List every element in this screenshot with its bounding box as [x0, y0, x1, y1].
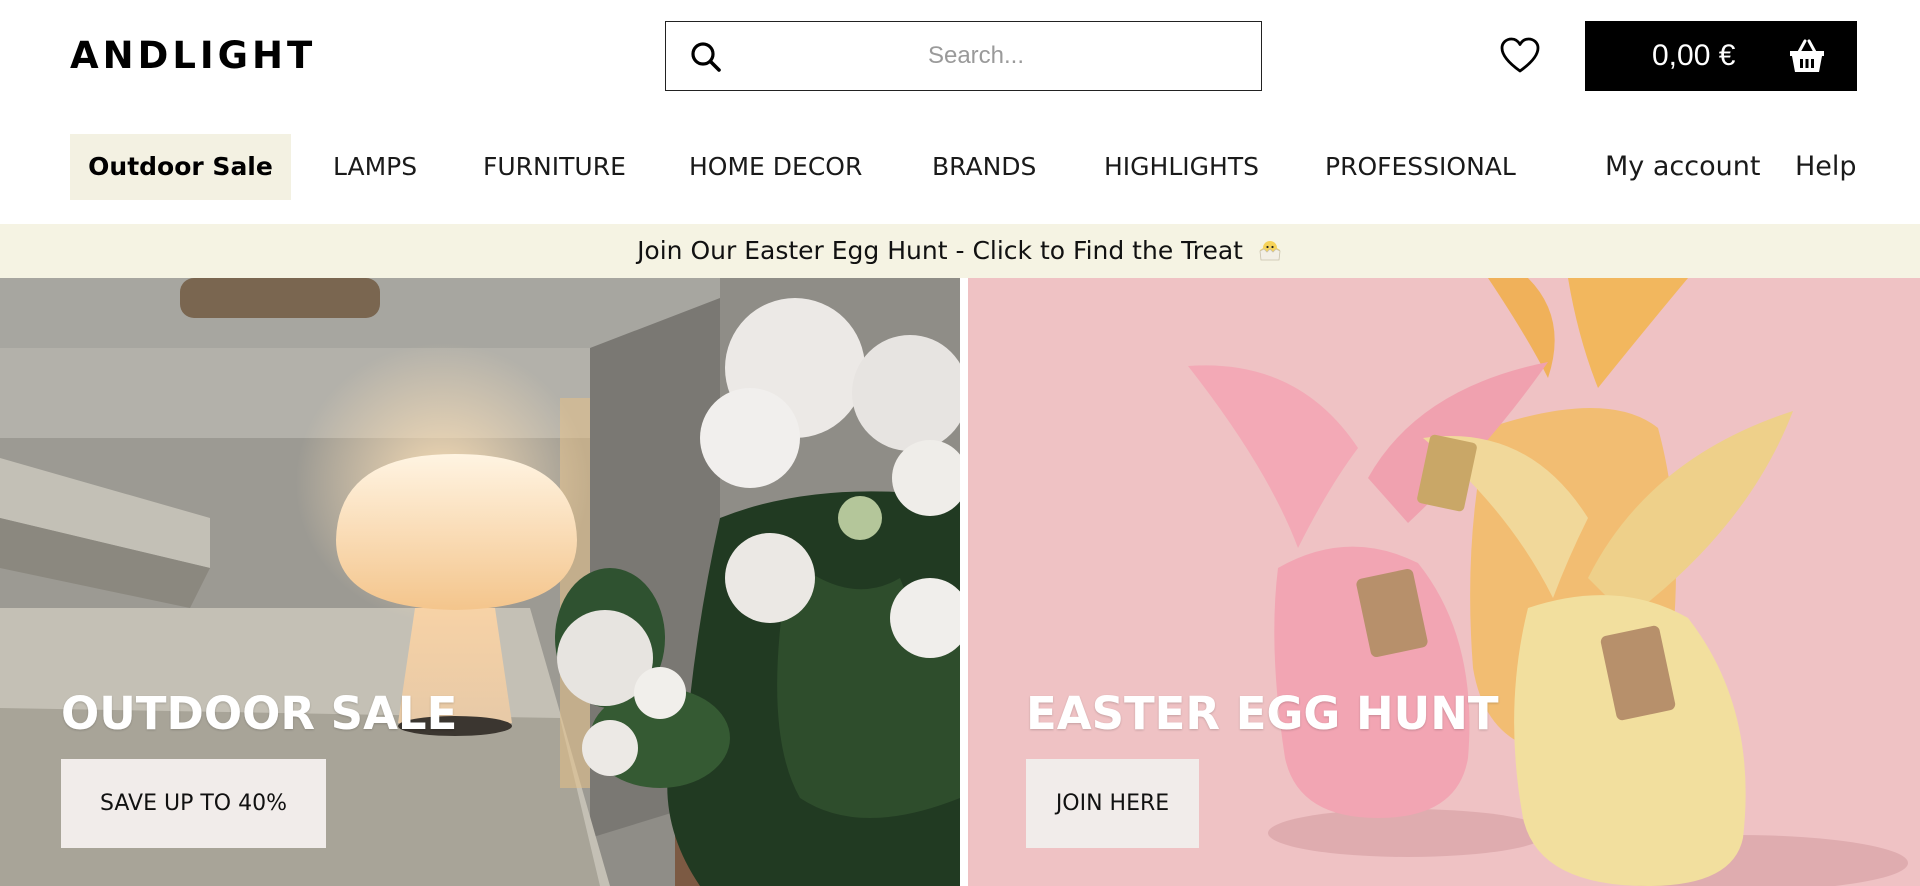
- search-icon[interactable]: [688, 39, 724, 75]
- nav-item-outdoor-sale[interactable]: Outdoor Sale: [70, 134, 291, 200]
- join-here-button[interactable]: JOIN HERE: [1026, 759, 1199, 848]
- easter-egg-hunt-banner[interactable]: EASTER EGG HUNT JOIN HERE: [968, 278, 1920, 886]
- nav-item-professional[interactable]: PROFESSIONAL: [1325, 134, 1516, 200]
- banner-title-easter-egg-hunt: EASTER EGG HUNT: [1026, 687, 1499, 740]
- search-input[interactable]: [736, 22, 1216, 89]
- cart-button[interactable]: 0,00 €: [1585, 21, 1857, 91]
- nav-item-home-decor[interactable]: HOME DECOR: [689, 134, 862, 200]
- search-bar[interactable]: [665, 21, 1262, 91]
- basket-icon: [1790, 39, 1824, 72]
- my-account-link[interactable]: My account: [1605, 134, 1760, 200]
- chick-icon: [1259, 241, 1281, 261]
- main-nav: Outdoor Sale LAMPS FURNITURE HOME DECOR …: [0, 112, 1920, 224]
- banner-title-outdoor-sale: OUTDOOR SALE: [61, 687, 458, 740]
- site-logo[interactable]: ANDLIGHT: [70, 34, 316, 78]
- heart-icon[interactable]: [1498, 34, 1542, 78]
- cart-total: 0,00 €: [1652, 39, 1736, 72]
- outdoor-sale-banner[interactable]: OUTDOOR SALE SAVE UP TO 40%: [0, 278, 960, 886]
- nav-item-furniture[interactable]: FURNITURE: [483, 134, 626, 200]
- nav-item-highlights[interactable]: HIGHLIGHTS: [1104, 134, 1259, 200]
- nav-item-lamps[interactable]: LAMPS: [333, 134, 417, 200]
- promo-bar[interactable]: Join Our Easter Egg Hunt - Click to Find…: [0, 224, 1920, 278]
- nav-item-brands[interactable]: BRANDS: [932, 134, 1036, 200]
- promo-text: Join Our Easter Egg Hunt - Click to Find…: [637, 236, 1243, 265]
- save-up-to-40-button[interactable]: SAVE UP TO 40%: [61, 759, 326, 848]
- site-header: ANDLIGHT 0,00 €: [0, 0, 1920, 112]
- help-link[interactable]: Help: [1795, 134, 1857, 200]
